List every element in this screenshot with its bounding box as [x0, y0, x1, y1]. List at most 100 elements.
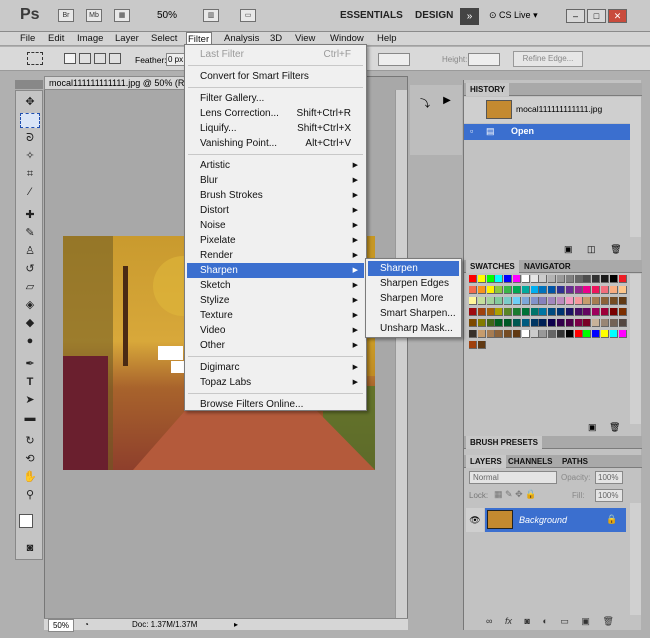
color-swatch[interactable]	[618, 308, 627, 316]
quick-selection-tool-icon[interactable]: ✧	[20, 149, 40, 164]
color-swatch[interactable]	[477, 297, 486, 305]
color-swatch[interactable]	[486, 319, 495, 327]
new-snapshot-icon[interactable]: ◫	[587, 244, 596, 254]
intersect-selection-icon[interactable]	[109, 53, 121, 64]
workspace-essentials[interactable]: ESSENTIALS	[340, 4, 403, 28]
color-swatch[interactable]	[486, 286, 495, 294]
fill-input[interactable]: 100%	[595, 489, 623, 502]
sharpen-item-sharpen-more[interactable]: Sharpen More	[368, 291, 459, 306]
color-swatch[interactable]	[469, 275, 477, 283]
crop-tool-icon[interactable]: ⌗	[20, 167, 40, 182]
color-swatch[interactable]	[601, 286, 609, 294]
color-swatch[interactable]	[601, 330, 609, 338]
filter-menu-item-video[interactable]: Video ▶	[187, 323, 364, 338]
filter-menu-item-brush-strokes[interactable]: Brush Strokes ▶	[187, 188, 364, 203]
filter-menu-item-stylize[interactable]: Stylize ▶	[187, 293, 364, 308]
marquee-tool-preset-icon[interactable]	[27, 52, 43, 65]
color-swatch[interactable]	[495, 275, 504, 283]
foreground-color-swatch[interactable]	[19, 514, 33, 528]
filter-menu-item-sharpen[interactable]: Sharpen ▶	[187, 263, 364, 278]
history-dock-icon[interactable]: ⤵	[416, 95, 434, 111]
history-delete-icon[interactable]: 🗑	[610, 244, 621, 254]
menu-layer[interactable]: Layer	[115, 32, 139, 46]
filter-menu-item-vanishing-point[interactable]: Vanishing Point... Alt+Ctrl+V	[187, 136, 364, 151]
color-swatch[interactable]	[592, 297, 601, 305]
tab-navigator[interactable]: NAVIGATOR	[520, 260, 575, 273]
color-swatch[interactable]	[521, 286, 530, 294]
color-swatch[interactable]	[530, 275, 539, 283]
filter-menu-item-lens-correction[interactable]: Lens Correction... Shift+Ctrl+R	[187, 106, 364, 121]
layer-background[interactable]: Background 🔒	[485, 508, 626, 532]
color-swatch[interactable]	[574, 286, 583, 294]
color-swatch[interactable]	[618, 330, 627, 338]
color-swatch[interactable]	[601, 308, 609, 316]
color-swatch[interactable]	[539, 275, 548, 283]
filter-menu-item-digimarc[interactable]: Digimarc ▶	[187, 360, 364, 375]
color-swatch[interactable]	[521, 330, 530, 338]
new-layer-icon[interactable]: ▣	[581, 616, 590, 626]
color-swatch[interactable]	[495, 286, 504, 294]
color-swatch[interactable]	[592, 286, 601, 294]
color-swatch[interactable]	[618, 297, 627, 305]
tab-brush-presets[interactable]: BRUSH PRESETS	[466, 436, 543, 449]
menu-help[interactable]: Help	[377, 32, 397, 46]
sharpen-item-unsharp-mask[interactable]: Unsharp Mask...	[368, 321, 459, 336]
filter-menu-item-texture[interactable]: Texture ▶	[187, 308, 364, 323]
color-swatch[interactable]	[574, 308, 583, 316]
color-swatch[interactable]	[565, 297, 574, 305]
color-swatch[interactable]	[609, 286, 618, 294]
lock-image-icon[interactable]: ✎	[505, 489, 513, 499]
more-workspaces-icon[interactable]: »	[460, 8, 479, 25]
history-brush-source-icon[interactable]: ▫	[470, 126, 473, 136]
filter-menu-item-liquify[interactable]: Liquify... Shift+Ctrl+X	[187, 121, 364, 136]
menu-edit[interactable]: Edit	[48, 32, 64, 46]
screen-mode-icon[interactable]: ▭	[240, 9, 256, 22]
color-swatch[interactable]	[504, 319, 513, 327]
tab-swatches[interactable]: SWATCHES	[466, 260, 519, 273]
color-swatch[interactable]	[513, 297, 521, 305]
color-swatch[interactable]	[618, 319, 627, 327]
color-swatch[interactable]	[609, 308, 618, 316]
color-swatch[interactable]	[592, 319, 601, 327]
color-swatch[interactable]	[609, 330, 618, 338]
link-layers-icon[interactable]: ∞	[486, 616, 492, 626]
paint-bucket-tool-icon[interactable]: ◈	[20, 298, 40, 313]
filter-menu-item-artistic[interactable]: Artistic ▶	[187, 158, 364, 173]
tab-layers[interactable]: LAYERS	[466, 455, 506, 468]
opacity-input[interactable]: 100%	[595, 471, 623, 484]
color-swatch[interactable]	[618, 275, 627, 283]
filter-menu-item-render[interactable]: Render ▶	[187, 248, 364, 263]
blur-tool-icon[interactable]: ◆	[20, 316, 40, 331]
color-swatch[interactable]	[574, 330, 583, 338]
subtract-selection-icon[interactable]	[94, 53, 106, 64]
color-swatch[interactable]	[521, 275, 530, 283]
tab-channels[interactable]: CHANNELS	[504, 455, 556, 468]
color-swatch[interactable]	[539, 286, 548, 294]
color-swatch[interactable]	[583, 286, 592, 294]
color-swatch[interactable]	[469, 286, 477, 294]
layer-delete-icon[interactable]: 🗑	[602, 616, 613, 626]
clone-stamp-tool-icon[interactable]: ♙	[20, 244, 40, 259]
color-swatch[interactable]	[469, 341, 477, 349]
layer-mask-icon[interactable]: ◙	[524, 616, 529, 626]
status-menu-arrow-icon[interactable]: ▸	[234, 619, 238, 630]
menu-file[interactable]: File	[20, 32, 35, 46]
3d-orbit-tool-icon[interactable]: ⟲	[20, 452, 40, 467]
color-swatch[interactable]	[539, 319, 548, 327]
color-swatch[interactable]	[601, 297, 609, 305]
vertical-scrollbar[interactable]	[395, 90, 407, 618]
color-swatch[interactable]	[574, 275, 583, 283]
tab-history[interactable]: HISTORY	[466, 83, 510, 96]
color-swatch[interactable]	[504, 275, 513, 283]
status-zoom[interactable]: 50%	[48, 619, 74, 632]
color-swatch[interactable]	[548, 275, 557, 283]
color-swatch[interactable]	[565, 319, 574, 327]
mini-bridge-button[interactable]: Mb	[86, 9, 102, 22]
brush-tool-icon[interactable]: ✎	[20, 226, 40, 241]
3d-rotate-tool-icon[interactable]: ↻	[20, 434, 40, 449]
color-swatch[interactable]	[574, 297, 583, 305]
color-swatch[interactable]	[521, 319, 530, 327]
lock-position-icon[interactable]: ✥	[515, 489, 523, 499]
color-swatch[interactable]	[495, 319, 504, 327]
history-scrollbar[interactable]	[630, 97, 641, 237]
